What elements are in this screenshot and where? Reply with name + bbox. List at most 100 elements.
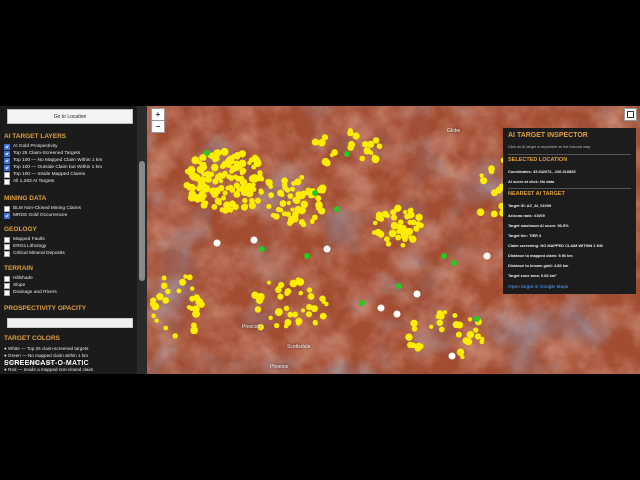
google-maps-link[interactable]: Open target in Google Maps [508, 285, 568, 290]
yellow-target-marker[interactable] [390, 221, 399, 230]
yellow-target-marker[interactable] [212, 156, 219, 163]
checkbox[interactable] [4, 243, 10, 250]
yellow-target-marker[interactable] [154, 318, 159, 323]
yellow-target-marker[interactable] [371, 155, 380, 164]
yellow-target-marker[interactable] [189, 295, 196, 302]
yellow-target-marker[interactable] [286, 200, 291, 206]
yellow-target-marker[interactable] [188, 172, 196, 180]
yellow-target-marker[interactable] [217, 172, 223, 177]
yellow-target-marker[interactable] [199, 154, 206, 161]
yellow-target-marker[interactable] [298, 290, 304, 296]
yellow-target-marker[interactable] [233, 191, 241, 198]
yellow-target-marker[interactable] [220, 163, 226, 169]
yellow-target-marker[interactable] [203, 184, 208, 190]
yellow-target-marker[interactable] [179, 278, 187, 286]
yellow-target-marker[interactable] [183, 274, 188, 279]
yellow-target-marker[interactable] [200, 201, 208, 209]
yellow-target-marker[interactable] [245, 189, 254, 198]
green-target-marker[interactable] [359, 300, 365, 306]
yellow-target-marker[interactable] [388, 229, 397, 238]
white-target-marker[interactable] [393, 310, 401, 318]
yellow-target-marker[interactable] [352, 132, 360, 140]
yellow-target-marker[interactable] [294, 205, 302, 214]
white-target-marker[interactable] [250, 236, 258, 244]
white-target-marker[interactable] [323, 245, 331, 253]
yellow-target-marker[interactable] [309, 219, 315, 225]
green-target-marker[interactable] [304, 253, 310, 259]
yellow-target-marker[interactable] [186, 274, 193, 281]
yellow-target-marker[interactable] [210, 163, 219, 172]
yellow-target-marker[interactable] [301, 308, 306, 313]
fullscreen-icon[interactable] [624, 108, 637, 121]
mining-layer-toggle[interactable]: MRDS Gold Occurrences [4, 212, 67, 219]
checkbox[interactable] [4, 171, 10, 178]
yellow-target-marker[interactable] [476, 208, 485, 216]
checkbox[interactable] [4, 150, 10, 157]
yellow-target-marker[interactable] [284, 187, 291, 193]
yellow-target-marker[interactable] [239, 178, 248, 187]
yellow-target-marker[interactable] [442, 310, 448, 315]
terrain-layer-toggle[interactable]: Hillshade [4, 275, 33, 282]
yellow-target-marker[interactable] [295, 317, 303, 325]
white-target-marker[interactable] [413, 290, 421, 298]
green-target-marker[interactable] [204, 150, 210, 156]
yellow-target-marker[interactable] [314, 140, 320, 146]
yellow-target-marker[interactable] [161, 275, 167, 281]
yellow-target-marker[interactable] [232, 203, 239, 211]
green-target-marker[interactable] [334, 206, 340, 212]
yellow-target-marker[interactable] [258, 188, 263, 193]
yellow-target-marker[interactable] [277, 293, 284, 300]
yellow-target-marker[interactable] [359, 155, 366, 162]
yellow-target-marker[interactable] [173, 334, 178, 339]
yellow-target-marker[interactable] [280, 192, 285, 198]
yellow-target-marker[interactable] [229, 169, 234, 174]
yellow-target-marker[interactable] [315, 195, 322, 202]
checkbox[interactable] [4, 178, 10, 185]
mining-layer-toggle[interactable]: BLM Non-Closed Mining Claims [4, 205, 81, 212]
yellow-target-marker[interactable] [211, 203, 218, 210]
yellow-target-marker[interactable] [240, 203, 248, 211]
white-target-marker[interactable] [213, 239, 221, 247]
yellow-target-marker[interactable] [201, 172, 206, 177]
yellow-target-marker[interactable] [369, 150, 374, 155]
yellow-target-marker[interactable] [306, 287, 313, 293]
yellow-target-marker[interactable] [394, 204, 402, 212]
yellow-target-marker[interactable] [410, 219, 417, 226]
geology-layer-toggle[interactable]: Mapped Faults [4, 236, 45, 243]
yellow-target-marker[interactable] [193, 193, 202, 202]
yellow-target-marker[interactable] [218, 179, 224, 184]
terrain-layer-toggle[interactable]: Slope [4, 282, 25, 289]
sidebar-scrollbar[interactable] [137, 106, 147, 374]
yellow-target-marker[interactable] [305, 187, 311, 193]
checkbox[interactable] [4, 275, 10, 282]
yellow-target-marker[interactable] [291, 181, 296, 186]
yellow-target-marker[interactable] [278, 207, 284, 213]
green-target-marker[interactable] [344, 151, 350, 157]
yellow-target-marker[interactable] [402, 209, 408, 215]
yellow-target-marker[interactable] [466, 331, 475, 339]
green-target-marker[interactable] [474, 316, 480, 322]
yellow-target-marker[interactable] [312, 320, 319, 326]
yellow-target-marker[interactable] [222, 190, 228, 196]
yellow-target-marker[interactable] [274, 308, 283, 317]
yellow-target-marker[interactable] [255, 197, 261, 204]
yellow-target-marker[interactable] [190, 322, 197, 329]
yellow-target-marker[interactable] [405, 227, 414, 236]
white-target-marker[interactable] [483, 252, 491, 260]
yellow-target-marker[interactable] [226, 174, 232, 180]
yellow-target-marker[interactable] [378, 216, 385, 222]
yellow-target-marker[interactable] [199, 176, 207, 184]
yellow-target-marker[interactable] [239, 168, 244, 173]
ai-layer-toggle[interactable]: AI Gold Prospectivity [4, 143, 58, 150]
yellow-target-marker[interactable] [284, 290, 290, 296]
yellow-target-marker[interactable] [150, 297, 157, 304]
yellow-target-marker[interactable] [452, 312, 458, 319]
yellow-target-marker[interactable] [281, 177, 288, 185]
yellow-target-marker[interactable] [266, 203, 272, 209]
yellow-target-marker[interactable] [248, 174, 257, 183]
yellow-target-marker[interactable] [251, 182, 256, 188]
yellow-target-marker[interactable] [474, 333, 482, 340]
yellow-target-marker[interactable] [307, 293, 315, 300]
yellow-target-marker[interactable] [287, 311, 294, 318]
yellow-target-marker[interactable] [321, 299, 326, 304]
